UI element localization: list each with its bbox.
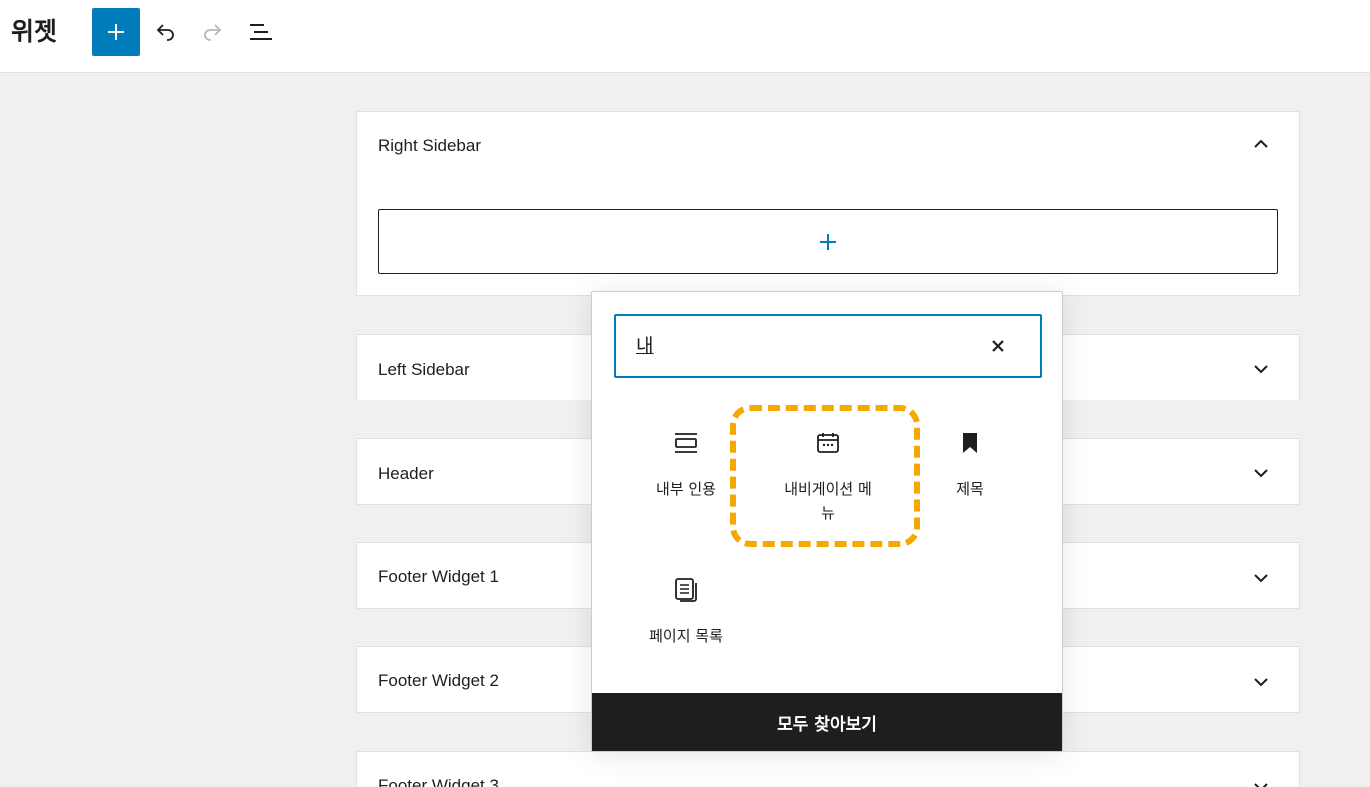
add-block-button[interactable] <box>92 8 140 56</box>
page-title: 위젯 <box>11 17 58 46</box>
search-input-value[interactable]: 내 <box>636 334 653 358</box>
block-option-label: 페이지 목록 <box>649 627 723 645</box>
block-option-pullquote[interactable]: 내부 인용 <box>615 429 757 501</box>
widget-area-right-sidebar: Right Sidebar <box>356 111 1300 296</box>
chevron-down-icon <box>1254 678 1268 687</box>
browse-all-button[interactable]: 모두 찾아보기 <box>592 693 1062 751</box>
widget-area-title[interactable]: Left Sidebar <box>378 358 470 382</box>
plus-icon <box>820 233 836 250</box>
block-option-page-list[interactable]: 페이지 목록 <box>615 576 757 648</box>
undo-icon <box>156 24 174 41</box>
bookmark-icon <box>963 433 977 453</box>
chevron-down-icon <box>1254 469 1268 478</box>
widget-area-title[interactable]: Footer Widget 1 <box>378 565 499 589</box>
widget-area-title[interactable]: Footer Widget 3 <box>378 774 499 787</box>
list-view-icon <box>250 24 272 40</box>
plus-icon <box>108 24 124 40</box>
widget-area-title[interactable]: Footer Widget 2 <box>378 669 499 693</box>
editor-header: 위젯 <box>0 0 1370 73</box>
chevron-up-icon <box>1254 139 1268 148</box>
expand-toggle[interactable] <box>1249 566 1273 590</box>
block-appender-button[interactable] <box>378 209 1278 274</box>
expand-toggle[interactable] <box>1249 670 1273 694</box>
page-list-icon <box>675 578 697 602</box>
pullquote-icon <box>675 433 697 453</box>
block-option-heading[interactable]: 제목 <box>899 429 1041 501</box>
quick-inserter: 내 내부 인용 내비게이션 메뉴 제목 페이지 목록 모두 찾아보기 <box>591 291 1063 752</box>
redo-icon <box>204 24 222 41</box>
clear-search-button[interactable] <box>986 334 1010 358</box>
block-search-input[interactable]: 내 <box>614 314 1042 378</box>
chevron-down-icon <box>1254 365 1268 374</box>
expand-toggle[interactable] <box>1249 357 1273 381</box>
expand-toggle[interactable] <box>1249 775 1273 787</box>
undo-button[interactable] <box>141 8 189 56</box>
widget-area-title[interactable]: Header <box>378 462 434 486</box>
block-option-label: 제목 <box>956 480 984 498</box>
widget-area-footer-widget-3: Footer Widget 3 <box>356 751 1300 787</box>
chevron-down-icon <box>1254 783 1268 787</box>
widget-area-title[interactable]: Right Sidebar <box>378 134 481 158</box>
redo-button[interactable] <box>189 8 237 56</box>
navigation-icon <box>817 433 839 453</box>
expand-toggle[interactable] <box>1249 461 1273 485</box>
close-icon <box>992 340 1004 352</box>
collapse-toggle[interactable] <box>1249 132 1273 156</box>
block-option-navigation[interactable]: 내비게이션 메뉴 <box>757 429 899 525</box>
list-view-button[interactable] <box>237 8 285 56</box>
chevron-down-icon <box>1254 574 1268 583</box>
block-option-label: 내비게이션 메뉴 <box>784 480 872 522</box>
block-option-label: 내부 인용 <box>656 480 716 498</box>
